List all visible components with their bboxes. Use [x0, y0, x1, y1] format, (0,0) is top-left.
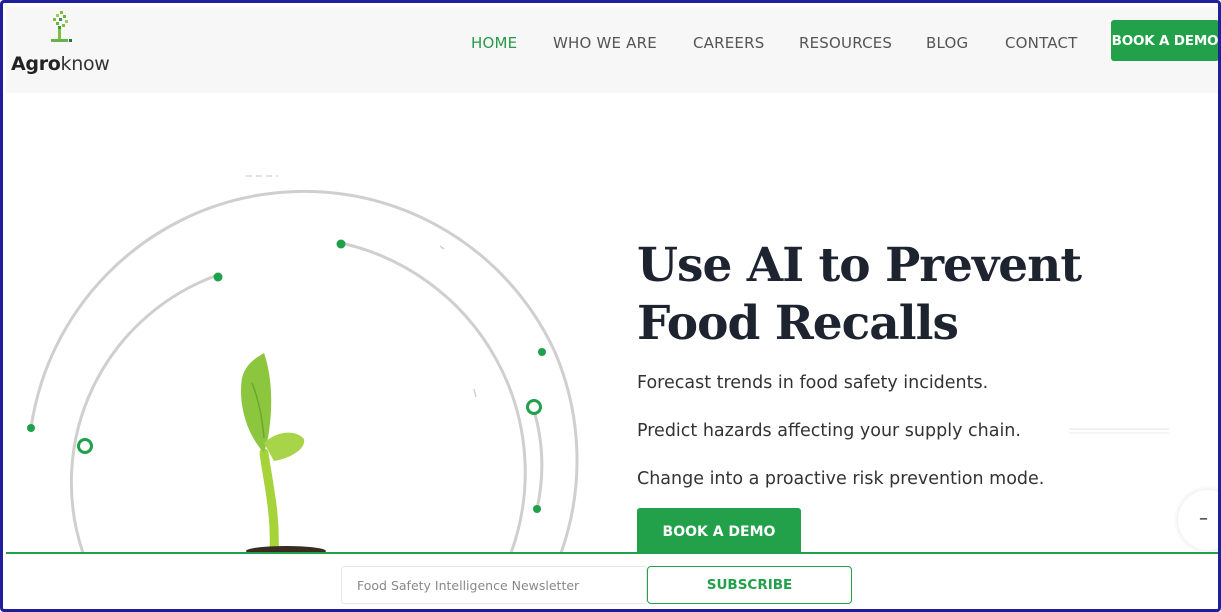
minus-icon: – [1199, 508, 1208, 529]
orbit-dot [336, 239, 346, 249]
hero-illustration [27, 175, 579, 553]
orbit-ring-node [526, 399, 542, 415]
nav-item-careers[interactable]: CAREERS [693, 34, 764, 52]
hero-line-predict: Predict hazards affecting your supply ch… [637, 421, 1021, 441]
subscribe-button[interactable]: SUBSCRIBE [647, 566, 852, 604]
nav-item-blog[interactable]: BLOG [926, 34, 968, 52]
nav-item-home[interactable]: HOME [471, 34, 517, 52]
hero-headline: Use AI to Prevent Food Recalls [637, 238, 1082, 351]
newsletter-email-input[interactable]: Food Safety Intelligence Newsletter [341, 566, 647, 604]
orbit-dot [213, 272, 223, 282]
orbit-dot [538, 348, 546, 356]
nav-item-who-we-are[interactable]: WHO WE ARE [553, 34, 657, 52]
newsletter-bar: Food Safety Intelligence Newsletter SUBS… [6, 552, 1218, 609]
nav-item-resources[interactable]: RESOURCES [799, 34, 892, 52]
decorative-lines [1069, 428, 1169, 434]
main-nav: HOME WHO WE ARE CAREERS RESOURCES BLOG C… [6, 6, 1218, 76]
hero-line-change: Change into a proactive risk prevention … [637, 469, 1045, 489]
site-header: Agroknow HOME WHO WE ARE CAREERS RESOURC… [6, 6, 1218, 93]
hero-line-forecast: Forecast trends in food safety incidents… [637, 373, 989, 393]
browser-frame: Agroknow HOME WHO WE ARE CAREERS RESOURC… [0, 0, 1221, 612]
orbit-dot [533, 505, 541, 513]
orbit-dot [27, 424, 35, 432]
seedling-icon [240, 353, 326, 553]
nav-item-contact[interactable]: CONTACT [1005, 34, 1078, 52]
orbit-ring-node [77, 438, 93, 454]
book-demo-header-button[interactable]: BOOK A DEMO [1111, 20, 1218, 61]
book-demo-hero-button[interactable]: BOOK A DEMO [637, 508, 801, 556]
